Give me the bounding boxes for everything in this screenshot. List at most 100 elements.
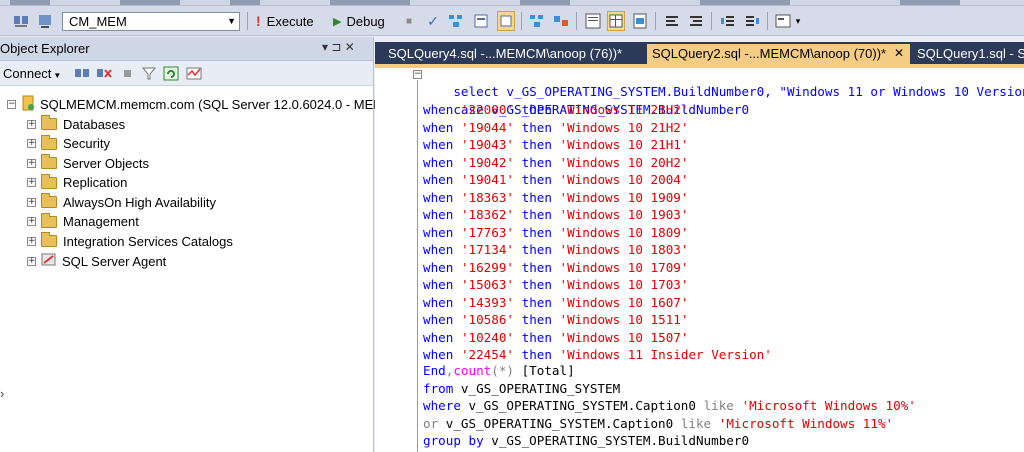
collapse-icon[interactable]: − bbox=[7, 99, 16, 109]
close-icon[interactable]: ✕ bbox=[894, 44, 904, 63]
expand-icon[interactable]: + bbox=[27, 236, 36, 246]
os-version-name: 'Windows 10 20H2' bbox=[559, 154, 689, 170]
tree-item-replication[interactable]: + Replication bbox=[27, 173, 127, 192]
then-keyword: then bbox=[521, 207, 552, 222]
folder-icon bbox=[41, 193, 57, 208]
expand-icon[interactable]: + bbox=[27, 119, 36, 129]
os-version-name: 'Windows 10 1903' bbox=[559, 207, 689, 222]
execute-button[interactable]: ! Execute bbox=[256, 11, 314, 31]
when-keyword: when bbox=[423, 312, 454, 327]
when-keyword: when bbox=[423, 154, 454, 170]
specify-template-values-icon[interactable] bbox=[774, 11, 792, 31]
code-line-end: End,count(*) [Total] bbox=[423, 362, 575, 379]
parse-checkmark-icon[interactable]: ✓ bbox=[424, 11, 442, 31]
code-line-or: or v_GS_OPERATING_SYSTEM.Caption0 like '… bbox=[423, 415, 893, 432]
tree-item-label: Server Objects bbox=[63, 155, 149, 171]
case-line: when '17134' then 'Windows 10 1803' bbox=[423, 241, 688, 258]
build-number: '19043' bbox=[460, 137, 515, 152]
expand-icon[interactable]: + bbox=[27, 139, 36, 148]
stop-icon[interactable] bbox=[120, 66, 136, 81]
results-to-file-icon[interactable] bbox=[631, 11, 649, 31]
tree-item-label: Databases bbox=[63, 116, 126, 132]
tree-item-label: AlwaysOn High Availability bbox=[63, 194, 216, 210]
folder-icon bbox=[41, 115, 57, 130]
results-to-text-icon[interactable] bbox=[584, 11, 602, 31]
os-version-name: 'Windows 10 1809' bbox=[559, 224, 689, 240]
expand-icon[interactable]: + bbox=[27, 158, 36, 168]
folder-icon bbox=[41, 232, 57, 247]
expand-icon[interactable]: + bbox=[27, 256, 36, 266]
debug-button[interactable]: ▶ Debug bbox=[333, 11, 385, 31]
when-keyword: when bbox=[423, 189, 454, 205]
os-version-name: 'Windows 11 Insider Version' bbox=[559, 347, 772, 362]
server-node[interactable]: − SQLMEMCM.memcm.com (SQL Server 12.0.60… bbox=[7, 95, 384, 113]
collapse-region-icon[interactable]: − bbox=[413, 70, 422, 79]
available-databases-icon[interactable] bbox=[36, 11, 54, 31]
expand-icon[interactable]: + bbox=[27, 197, 36, 207]
window-controls[interactable]: ▾ ⊐ ✕ bbox=[322, 40, 355, 54]
tab-sqlquery2[interactable]: SQLQuery2.sql -...MEMCM\anoop (70))* ✕ bbox=[647, 44, 910, 64]
build-number: '22000' bbox=[460, 102, 515, 117]
connect-server-icon[interactable] bbox=[74, 66, 90, 81]
when-keyword: when bbox=[423, 119, 454, 135]
tree-item-databases[interactable]: + Databases bbox=[27, 115, 125, 133]
results-to-grid-icon[interactable] bbox=[607, 11, 625, 31]
chevron-down-icon: ▼ bbox=[53, 71, 62, 80]
expand-icon[interactable]: + bbox=[27, 217, 36, 226]
database-select[interactable]: CM_MEM ▼ bbox=[62, 12, 240, 31]
tree-item-sql-agent[interactable]: + SQL Server Agent bbox=[27, 252, 166, 270]
code-line-where: where v_GS_OPERATING_SYSTEM.Caption0 lik… bbox=[423, 397, 916, 414]
filter-icon[interactable] bbox=[141, 66, 157, 81]
query-options-icon[interactable] bbox=[472, 11, 490, 31]
uncomment-lines-icon[interactable] bbox=[687, 11, 705, 31]
when-keyword: when bbox=[423, 207, 454, 222]
case-line: when '22454' then 'Windows 11 Insider Ve… bbox=[423, 346, 772, 363]
toolbar-separator bbox=[767, 12, 768, 30]
change-connection-icon[interactable] bbox=[12, 11, 30, 31]
tree-item-integration-services[interactable]: + Integration Services Catalogs bbox=[27, 232, 233, 250]
os-version-name: 'Windows 10 21H1' bbox=[559, 137, 689, 152]
group-by-keyword: group by bbox=[423, 433, 484, 448]
database-select-value: CM_MEM bbox=[69, 14, 127, 29]
when-keyword: when bbox=[423, 277, 454, 292]
then-keyword: then bbox=[521, 189, 552, 205]
case-line: when '10240' then 'Windows 10 1507' bbox=[423, 329, 688, 346]
expand-icon[interactable]: + bbox=[27, 178, 36, 187]
tree-item-security[interactable]: + Security bbox=[27, 134, 110, 153]
intellisense-icon[interactable] bbox=[497, 11, 515, 31]
include-actual-plan-icon[interactable] bbox=[528, 11, 546, 31]
build-number: '18363' bbox=[460, 189, 515, 205]
decrease-indent-icon[interactable] bbox=[719, 11, 737, 31]
refresh-icon[interactable] bbox=[163, 66, 179, 81]
query-editor[interactable]: − select v_GS_OPERATING_SYSTEM.BuildNumb… bbox=[375, 68, 1024, 452]
tab-sqlquery1[interactable]: SQLQuery1.sql - S... bbox=[912, 44, 1024, 64]
tree-item-management[interactable]: + Management bbox=[27, 212, 139, 231]
comment-lines-icon[interactable] bbox=[663, 11, 681, 31]
tree-item-server-objects[interactable]: + Server Objects bbox=[27, 154, 149, 172]
chevron-right-icon[interactable]: › bbox=[0, 386, 4, 401]
when-keyword: when bbox=[423, 172, 454, 187]
case-line: when '18363' then 'Windows 10 1909' bbox=[423, 189, 688, 206]
toolbar-overflow-icon[interactable]: ▾ bbox=[794, 11, 802, 31]
activity-monitor-icon[interactable] bbox=[186, 66, 202, 81]
cancel-query-icon[interactable]: ■ bbox=[400, 11, 418, 31]
tab-sqlquery4[interactable]: SQLQuery4.sql -...MEMCM\anoop (76))* bbox=[383, 44, 645, 64]
connect-button[interactable]: Connect ▼ bbox=[3, 66, 61, 81]
when-keyword: when bbox=[423, 329, 454, 345]
increase-indent-icon[interactable] bbox=[743, 11, 761, 31]
estimated-plan-icon[interactable] bbox=[447, 11, 465, 31]
os-version-name: 'Windows 10 1909' bbox=[559, 189, 689, 205]
disconnect-icon[interactable] bbox=[96, 66, 112, 81]
tree-item-alwayson[interactable]: + AlwaysOn High Availability bbox=[27, 193, 216, 211]
alias: [Total] bbox=[514, 363, 575, 378]
case-line: when '19044' then 'Windows 10 21H2' bbox=[423, 119, 688, 136]
live-query-stats-icon[interactable] bbox=[552, 11, 570, 31]
